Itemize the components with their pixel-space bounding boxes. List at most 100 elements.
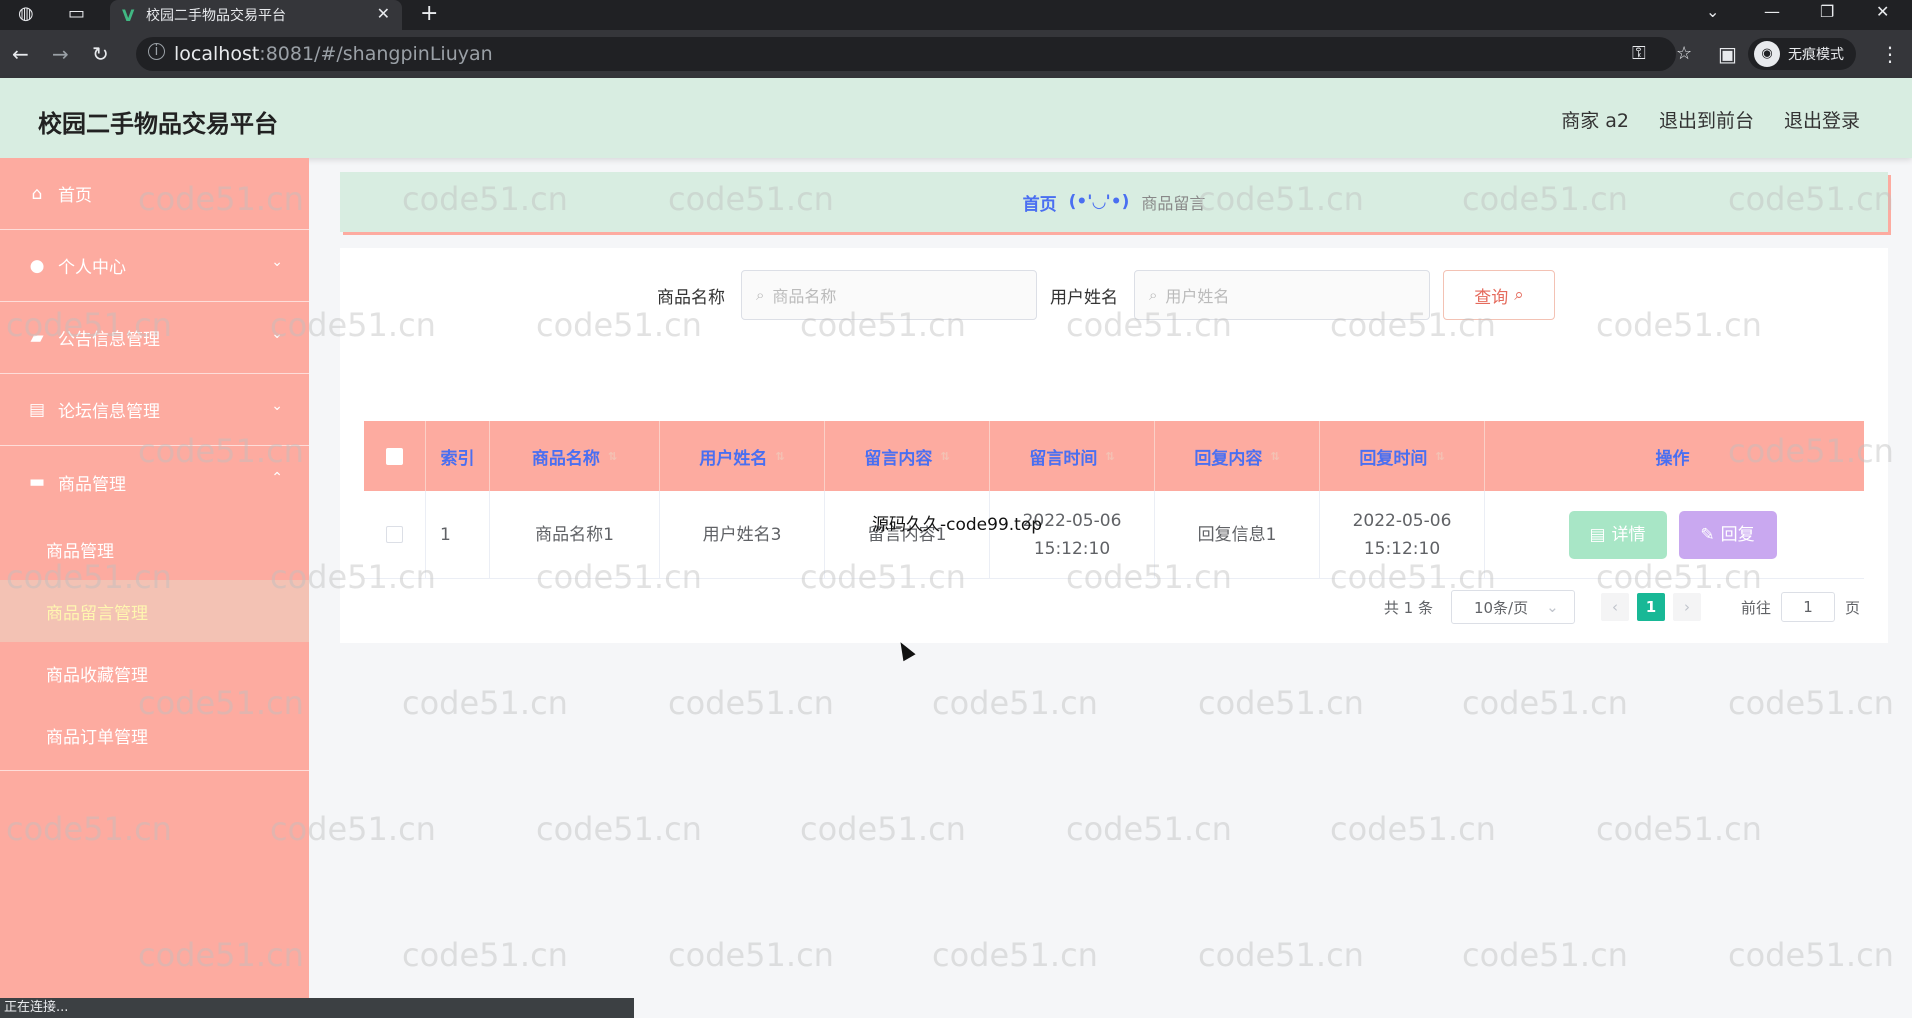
watermark: code51.cn — [1728, 936, 1894, 974]
col-index: 索引 — [426, 421, 490, 491]
sidebar-subitem-goods[interactable]: 商品管理 — [0, 518, 309, 580]
search-button-wrap: 查询 ⌕ — [1443, 270, 1555, 320]
watermark: code51.cn — [668, 936, 834, 974]
select-all-checkbox[interactable] — [386, 447, 403, 465]
sidebar-item-goods[interactable]: ▬ 商品管理 ⌃ — [0, 446, 309, 518]
cell-product: 商品名称1 — [490, 491, 660, 578]
extensions-icon[interactable]: ▣ — [1718, 42, 1737, 66]
chevron-down-icon: ⌄ — [271, 398, 283, 414]
incognito-icon: ◉ — [1754, 41, 1780, 67]
product-name-input[interactable]: ⌕ 商品名称 — [741, 270, 1037, 320]
sidebar-submenu: 商品管理 商品留言管理 商品收藏管理 商品订单管理 — [0, 518, 309, 771]
sidebar: ⌂ 首页 ● 个人中心 ⌄ ▰ 公告信息管理 ⌄ ▤ 论坛信息管理 ⌄ ▬ 商品… — [0, 158, 309, 1018]
address-bar[interactable]: i localhost:8081/#/shangpinLiuyan ⚿ ☆ — [136, 37, 1692, 71]
sidebar-item-notice[interactable]: ▰ 公告信息管理 ⌄ — [0, 302, 309, 374]
user-name-placeholder: 用户姓名 — [1165, 287, 1230, 306]
globe-icon[interactable]: ◍ — [18, 3, 34, 24]
watermark: code51.cn — [1066, 810, 1232, 848]
back-icon[interactable]: ← — [12, 42, 29, 66]
to-front-link[interactable]: 退出到前台 — [1659, 106, 1754, 133]
incognito-badge[interactable]: ◉ 无痕模式 — [1748, 38, 1856, 70]
browser-status-bar: 正在连接... — [0, 998, 634, 1018]
sidebar-item-forum[interactable]: ▤ 论坛信息管理 ⌄ — [0, 374, 309, 446]
chevron-down-icon: ⌄ — [271, 254, 283, 270]
sidebar-subitem-comments[interactable]: 商品留言管理 — [0, 580, 309, 642]
new-tab-icon[interactable]: + — [420, 1, 438, 26]
window-icon[interactable]: ▭ — [68, 3, 85, 24]
content-panel: 商品名称 ⌕ 商品名称 用户姓名 ⌕ 用户姓名 查询 ⌕ 索引 商品名称 ⇅ 用户… — [340, 248, 1888, 643]
logout-link[interactable]: 退出登录 — [1784, 106, 1860, 133]
col-product[interactable]: 商品名称 ⇅ — [490, 421, 660, 491]
col-user[interactable]: 用户姓名 ⇅ — [660, 421, 825, 491]
user-name-input[interactable]: ⌕ 用户姓名 — [1134, 270, 1430, 320]
next-page-button[interactable]: › — [1672, 593, 1701, 621]
app-header: 校园二手物品交易平台 商家 a2 退出到前台 退出登录 — [0, 78, 1912, 158]
select-all-cell — [364, 421, 426, 491]
watermark: code51.cn — [800, 810, 966, 848]
sidebar-item-personal[interactable]: ● 个人中心 ⌄ — [0, 230, 309, 302]
table-header: 索引 商品名称 ⇅ 用户姓名 ⇅ 留言内容 ⇅ 留言时间 ⇅ 回复内容 ⇅ 回复时间 ⇅ 操… — [364, 421, 1864, 491]
col-user-label: 用户姓名 — [699, 448, 768, 469]
breadcrumb-current: 商品留言 — [1141, 194, 1206, 213]
watermark: code51.cn — [1462, 684, 1628, 722]
col-reply[interactable]: 回复内容 ⇅ — [1155, 421, 1320, 491]
tab-title: 校园二手物品交易平台 — [146, 8, 286, 24]
col-product-label: 商品名称 — [531, 448, 600, 469]
forward-icon[interactable]: → — [52, 42, 69, 66]
sort-icon[interactable]: ⇅ — [1105, 450, 1114, 463]
watermark: code51.cn — [1330, 810, 1496, 848]
cell-index: 1 — [426, 491, 490, 578]
browser-tab[interactable]: V 校园二手物品交易平台 ✕ — [110, 0, 402, 30]
sidebar-subitem-orders[interactable]: 商品订单管理 — [0, 704, 309, 766]
sidebar-item-home[interactable]: ⌂ 首页 — [0, 158, 309, 230]
col-content[interactable]: 留言内容 ⇅ — [825, 421, 990, 491]
home-icon: ⌂ — [31, 183, 43, 204]
search-user: 用户姓名 ⌕ 用户姓名 — [1050, 270, 1430, 320]
window-close-icon[interactable]: ✕ — [1876, 2, 1889, 21]
sort-icon[interactable]: ⇅ — [1435, 450, 1444, 463]
site-info-icon[interactable]: i — [148, 43, 165, 60]
cell-reply-time: 2022-05-06 15:12:10 — [1320, 491, 1485, 578]
menu-dots-icon[interactable]: ⋮ — [1880, 42, 1900, 66]
watermark: code51.cn — [402, 684, 568, 722]
watermark: code51.cn — [1596, 810, 1762, 848]
pagination: 共 1 条 10条/页 ⌄ ‹ 1 › 前往 1 页 — [1384, 590, 1860, 624]
col-reply-time[interactable]: 回复时间 ⇅ — [1320, 421, 1485, 491]
cell-user: 用户姓名3 — [660, 491, 825, 578]
sort-icon[interactable]: ⇅ — [940, 450, 949, 463]
watermark: code51.cn — [932, 684, 1098, 722]
close-tab-icon[interactable]: ✕ — [377, 4, 390, 23]
page-size-select[interactable]: 10条/页 ⌄ — [1450, 590, 1575, 624]
page-number-active[interactable]: 1 — [1636, 593, 1665, 621]
ticket-icon: ▰ — [30, 327, 44, 348]
sort-icon[interactable]: ⇅ — [608, 450, 617, 463]
product-name-placeholder: 商品名称 — [772, 287, 837, 306]
tab-search-icon[interactable]: ⌄ — [1706, 2, 1719, 21]
cell-reply: 回复信息1 — [1155, 491, 1320, 578]
col-time-label: 留言时间 — [1029, 448, 1098, 469]
sort-icon[interactable]: ⇅ — [775, 450, 784, 463]
sidebar-subitem-favorites[interactable]: 商品收藏管理 — [0, 642, 309, 704]
search-icon: ⌕ — [1149, 286, 1158, 304]
watermark: code51.cn — [1462, 936, 1628, 974]
comments-table: 索引 商品名称 ⇅ 用户姓名 ⇅ 留言内容 ⇅ 留言时间 ⇅ 回复内容 ⇅ 回复时间 ⇅ 操… — [364, 421, 1864, 579]
star-icon[interactable]: ☆ — [1676, 43, 1692, 64]
goto-label: 前往 — [1740, 598, 1771, 617]
col-time[interactable]: 留言时间 ⇅ — [990, 421, 1155, 491]
restore-icon[interactable]: ❐ — [1820, 2, 1834, 21]
breadcrumb-home[interactable]: 首页 — [1023, 190, 1057, 215]
reply-button-label: 回复 — [1720, 524, 1755, 545]
detail-button[interactable]: ▤ 详情 — [1568, 510, 1667, 559]
row-checkbox[interactable] — [386, 526, 403, 543]
prev-page-button[interactable]: ‹ — [1600, 593, 1629, 621]
app-title: 校园二手物品交易平台 — [38, 110, 278, 138]
minimize-icon[interactable]: — — [1764, 2, 1780, 21]
query-button[interactable]: 查询 ⌕ — [1443, 270, 1555, 320]
watermark: code51.cn — [536, 810, 702, 848]
sort-icon[interactable]: ⇅ — [1270, 450, 1279, 463]
key-icon[interactable]: ⚿ — [1632, 43, 1646, 64]
reload-icon[interactable]: ↻ — [92, 42, 109, 66]
document-icon: ▤ — [1589, 524, 1606, 545]
goto-page-input[interactable]: 1 — [1780, 592, 1835, 622]
reply-button[interactable]: ✎ 回复 — [1678, 510, 1777, 559]
